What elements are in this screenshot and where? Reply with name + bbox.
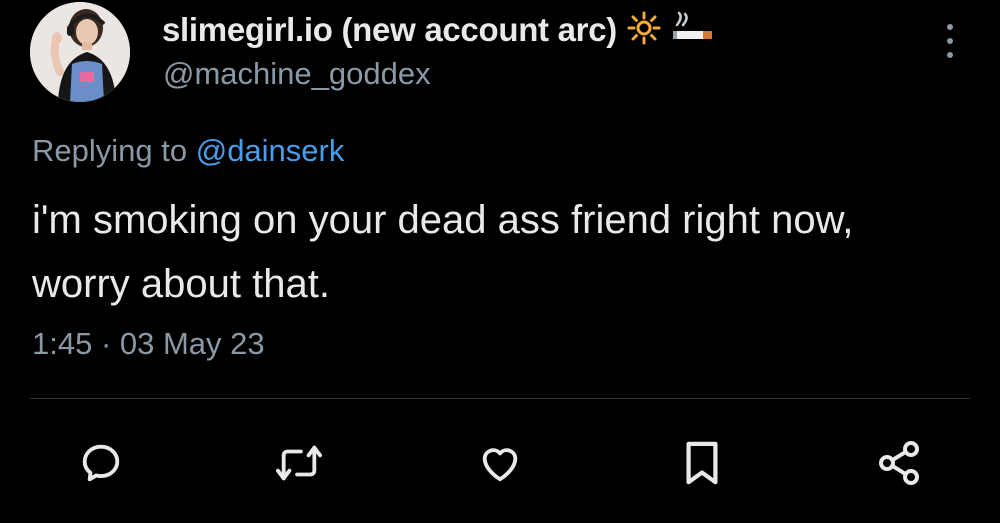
dot: [947, 38, 953, 44]
dot: [947, 24, 953, 30]
tweet-detail: slimegirl.io (new account arc) @machine_…: [0, 0, 1000, 523]
retweet-button[interactable]: [274, 438, 324, 488]
share-button[interactable]: [874, 438, 924, 488]
tweet-text: i'm smoking on your dead ass friend righ…: [32, 198, 854, 306]
divider: [30, 398, 970, 399]
avatar[interactable]: [30, 2, 130, 102]
avatar-photo: [30, 2, 130, 102]
more-options-icon[interactable]: [940, 24, 960, 58]
reply-icon: [82, 444, 120, 482]
retweet-icon: [275, 445, 322, 481]
reply-button[interactable]: [76, 438, 126, 488]
like-icon: [482, 448, 518, 482]
user-handle[interactable]: @machine_goddex: [163, 56, 431, 92]
dot: [947, 52, 953, 58]
cigarette-emoji: [671, 11, 715, 50]
replying-to-line: Replying to @dainserk: [32, 133, 344, 169]
bookmark-button[interactable]: [677, 438, 727, 488]
user-name-row: slimegirl.io (new account arc): [162, 8, 715, 52]
reply-mention-link[interactable]: @dainserk: [196, 133, 345, 168]
display-name[interactable]: slimegirl.io (new account arc): [162, 11, 617, 49]
replying-to-label: Replying to: [32, 133, 188, 168]
share-icon: [879, 441, 919, 485]
tweet-timestamp[interactable]: 1:45 · 03 May 23: [32, 326, 265, 362]
like-button[interactable]: [475, 438, 525, 488]
bookmark-icon: [686, 441, 718, 485]
sun-emoji: [627, 11, 661, 50]
